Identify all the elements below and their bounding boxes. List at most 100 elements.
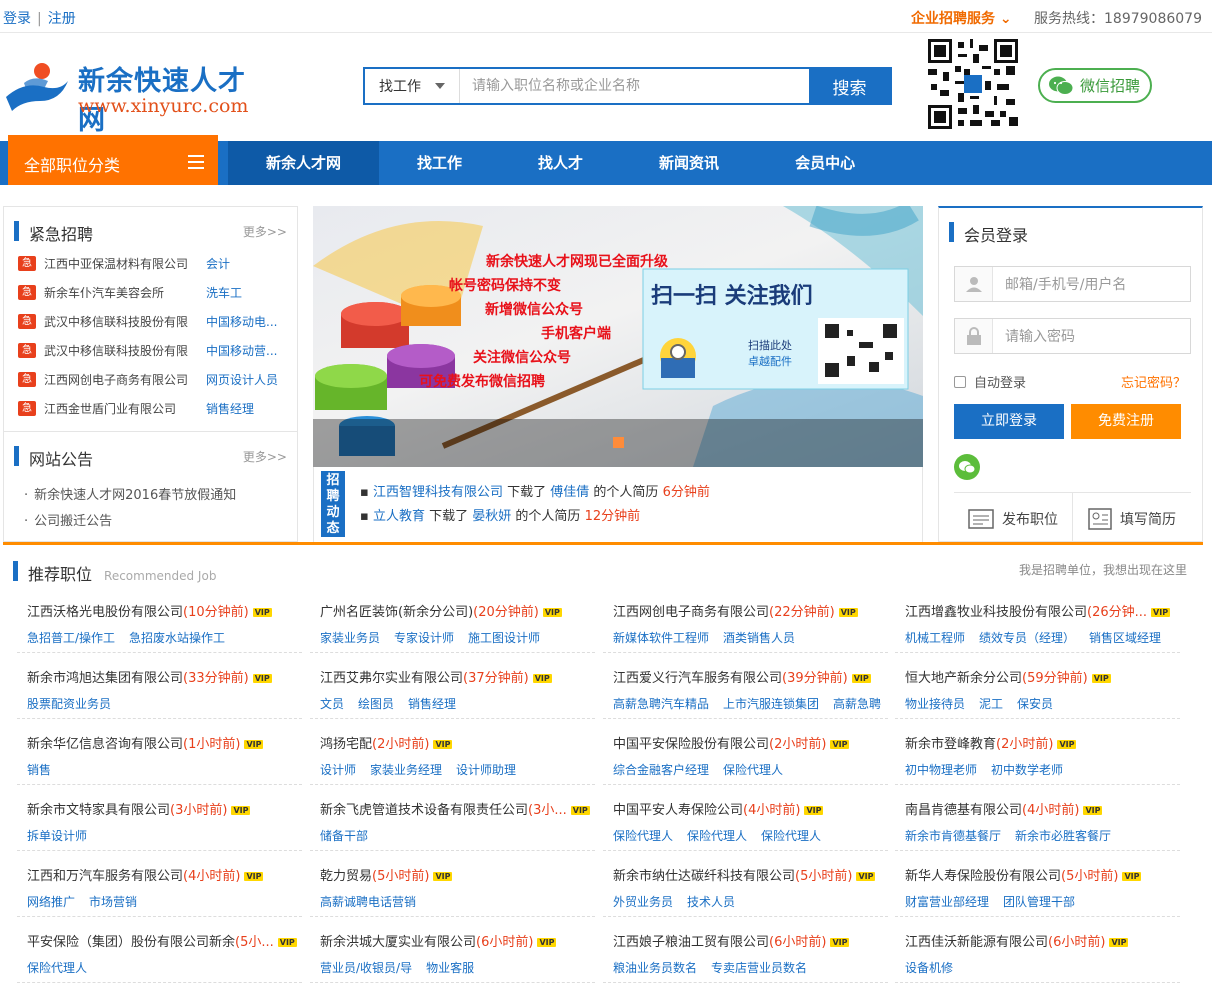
search-type-select[interactable]: 找工作 xyxy=(365,69,460,103)
advertise-link[interactable]: 我是招聘单位，我想出现在这里 xyxy=(1019,561,1187,578)
job-link[interactable]: 保险代理人 xyxy=(613,829,673,843)
job-link[interactable]: 急招普工/操作工 xyxy=(27,631,115,645)
job-link[interactable]: 综合金融客户经理 xyxy=(613,763,709,777)
company-link[interactable]: 中国平安人寿保险公司 xyxy=(613,803,743,818)
job-link[interactable]: 储备干部 xyxy=(320,829,368,843)
job-link[interactable]: 高薪诚聘电话营销 xyxy=(320,895,416,909)
company-link[interactable]: 江西佳沃新能源有限公司 xyxy=(905,935,1048,950)
company-link[interactable]: 乾力贸易 xyxy=(320,869,372,884)
job-link[interactable]: 绩效专员（经理） xyxy=(979,631,1075,645)
notice-item[interactable]: 新余快速人才网2016春节放假通知 xyxy=(24,484,297,510)
job-link[interactable]: 市场营销 xyxy=(89,895,137,909)
job-link[interactable]: 中国移动营... xyxy=(206,342,278,359)
search-button[interactable]: 搜索 xyxy=(809,69,890,103)
job-link[interactable]: 设计师 xyxy=(320,763,356,777)
job-link[interactable]: 营业员/收银员/导 xyxy=(320,961,412,975)
job-link[interactable]: 泥工 xyxy=(979,697,1003,711)
job-link[interactable]: 保险代理人 xyxy=(687,829,747,843)
job-link[interactable]: 文员 xyxy=(320,697,344,711)
notice-item[interactable]: 公司搬迁公告 xyxy=(24,510,297,536)
job-link[interactable]: 财富营业部经理 xyxy=(905,895,989,909)
forgot-password-link[interactable]: 忘记密码？ xyxy=(1121,372,1186,391)
job-link[interactable]: 专卖店营业员数名 xyxy=(711,961,807,975)
job-link[interactable]: 专家设计师 xyxy=(394,631,454,645)
job-link[interactable]: 销售经理 xyxy=(408,697,456,711)
job-link[interactable]: 家装业务经理 xyxy=(370,763,442,777)
login-link[interactable]: 登录 xyxy=(3,11,31,27)
company-link[interactable]: 新余市文特家具有限公司 xyxy=(27,803,170,818)
company-link[interactable]: 江西艾弗尔实业有限公司 xyxy=(320,671,463,686)
job-link[interactable]: 拆单设计师 xyxy=(27,829,87,843)
company-link[interactable]: 江西增鑫牧业科技股份有限公司 xyxy=(905,605,1087,620)
job-link[interactable]: 施工图设计师 xyxy=(468,631,540,645)
nav-item-member[interactable]: 会员中心 xyxy=(757,141,893,185)
urgent-more-link[interactable]: 更多>> xyxy=(243,223,287,240)
company-link[interactable]: 江西智锂科技有限公司 xyxy=(373,485,503,500)
company-link[interactable]: 新余车仆汽车美容会所 xyxy=(44,284,206,301)
job-link[interactable]: 粮油业务员数名 xyxy=(613,961,697,975)
site-logo[interactable]: 新余快速人才网 www.xinyurc.com xyxy=(4,55,264,136)
job-link[interactable]: 保险代理人 xyxy=(723,763,783,777)
job-link[interactable]: 销售经理 xyxy=(206,400,278,417)
company-link[interactable]: 江西网创电子商务有限公司 xyxy=(44,371,206,388)
search-input[interactable] xyxy=(460,69,809,103)
job-link[interactable]: 初中物理老师 xyxy=(905,763,977,777)
job-link[interactable]: 销售区域经理 xyxy=(1089,631,1161,645)
password-field[interactable]: 请输入密码 xyxy=(954,318,1191,354)
company-link[interactable]: 新余市登峰教育 xyxy=(905,737,996,752)
job-link[interactable]: 物业客服 xyxy=(426,961,474,975)
promo-banner[interactable]: 新余快速人才网现已全面升级 帐号密码保持不变 新增微信公众号 手机客户端 关注微… xyxy=(313,206,923,467)
job-link[interactable]: 新媒体软件工程师 xyxy=(613,631,709,645)
job-link[interactable]: 保险代理人 xyxy=(27,961,87,975)
job-link[interactable]: 设计师助理 xyxy=(456,763,516,777)
job-link[interactable]: 销售 xyxy=(27,763,51,777)
job-link[interactable]: 家装业务员 xyxy=(320,631,380,645)
job-link[interactable]: 机械工程师 xyxy=(905,631,965,645)
company-link[interactable]: 江西和万汽车服务有限公司 xyxy=(27,869,183,884)
job-link[interactable]: 团队管理干部 xyxy=(1003,895,1075,909)
company-link[interactable]: 鸿扬宅配 xyxy=(320,737,372,752)
job-link[interactable]: 物业接待员 xyxy=(905,697,965,711)
nav-item-find-job[interactable]: 找工作 xyxy=(379,141,500,185)
job-link[interactable]: 外贸业务员 xyxy=(613,895,673,909)
company-link[interactable]: 新余洪城大厦实业有限公司 xyxy=(320,935,476,950)
job-link[interactable]: 急招废水站操作工 xyxy=(129,631,225,645)
job-link[interactable]: 高薪急聘 xyxy=(833,697,881,711)
login-button[interactable]: 立即登录 xyxy=(954,404,1064,439)
register-link[interactable]: 注册 xyxy=(48,11,76,27)
company-link[interactable]: 中国平安保险股份有限公司 xyxy=(613,737,769,752)
company-link[interactable]: 江西沃格光电股份有限公司 xyxy=(27,605,183,620)
company-link[interactable]: 新华人寿保险股份有限公司 xyxy=(905,869,1061,884)
company-link[interactable]: 南昌肯德基有限公司 xyxy=(905,803,1022,818)
job-link[interactable]: 保险代理人 xyxy=(761,829,821,843)
company-link[interactable]: 江西爱义行汽车服务有限公司 xyxy=(613,671,782,686)
company-link[interactable]: 武汉中移信联科技股份有限 xyxy=(44,342,206,359)
nav-item-home[interactable]: 新余人才网 xyxy=(228,141,380,185)
company-link[interactable]: 江西网创电子商务有限公司 xyxy=(613,605,769,620)
notice-more-link[interactable]: 更多>> xyxy=(243,448,287,465)
username-field[interactable]: 邮箱/手机号/用户名 xyxy=(954,266,1191,302)
auto-login-checkbox[interactable]: 自动登录 xyxy=(954,372,1026,391)
company-link[interactable]: 广州名匠装饰(新余分公司) xyxy=(320,605,473,620)
company-link[interactable]: 平安保险（集团）股份有限公司新余 xyxy=(27,935,235,950)
register-button[interactable]: 免费注册 xyxy=(1071,404,1181,439)
job-link[interactable]: 网络推广 xyxy=(27,895,75,909)
company-link[interactable]: 新余市鸿旭达集团有限公司 xyxy=(27,671,183,686)
job-link[interactable]: 酒类销售人员 xyxy=(723,631,795,645)
job-link[interactable]: 洗车工 xyxy=(206,284,278,301)
job-link[interactable]: 保安员 xyxy=(1017,697,1053,711)
person-link[interactable]: 傅佳倩 xyxy=(550,485,589,500)
job-link[interactable]: 股票配资业务员 xyxy=(27,697,111,711)
fill-resume-button[interactable]: 填写简历 xyxy=(1073,493,1191,544)
wechat-login-icon[interactable] xyxy=(954,454,980,480)
job-link[interactable]: 绘图员 xyxy=(358,697,394,711)
company-link[interactable]: 江西金世盾门业有限公司 xyxy=(44,400,206,417)
company-link[interactable]: 立人教育 xyxy=(373,509,425,524)
company-link[interactable]: 新余市纳仕达碳纤科技有限公司 xyxy=(613,869,795,884)
nav-item-find-talent[interactable]: 找人才 xyxy=(500,141,621,185)
company-link[interactable]: 恒大地产新余分公司 xyxy=(905,671,1022,686)
job-link[interactable]: 初中数学老师 xyxy=(991,763,1063,777)
service-menu[interactable]: 企业招聘服务 ⌄ xyxy=(911,11,1012,27)
company-link[interactable]: 江西中亚保温材料有限公司 xyxy=(44,255,206,272)
company-link[interactable]: 武汉中移信联科技股份有限 xyxy=(44,313,206,330)
